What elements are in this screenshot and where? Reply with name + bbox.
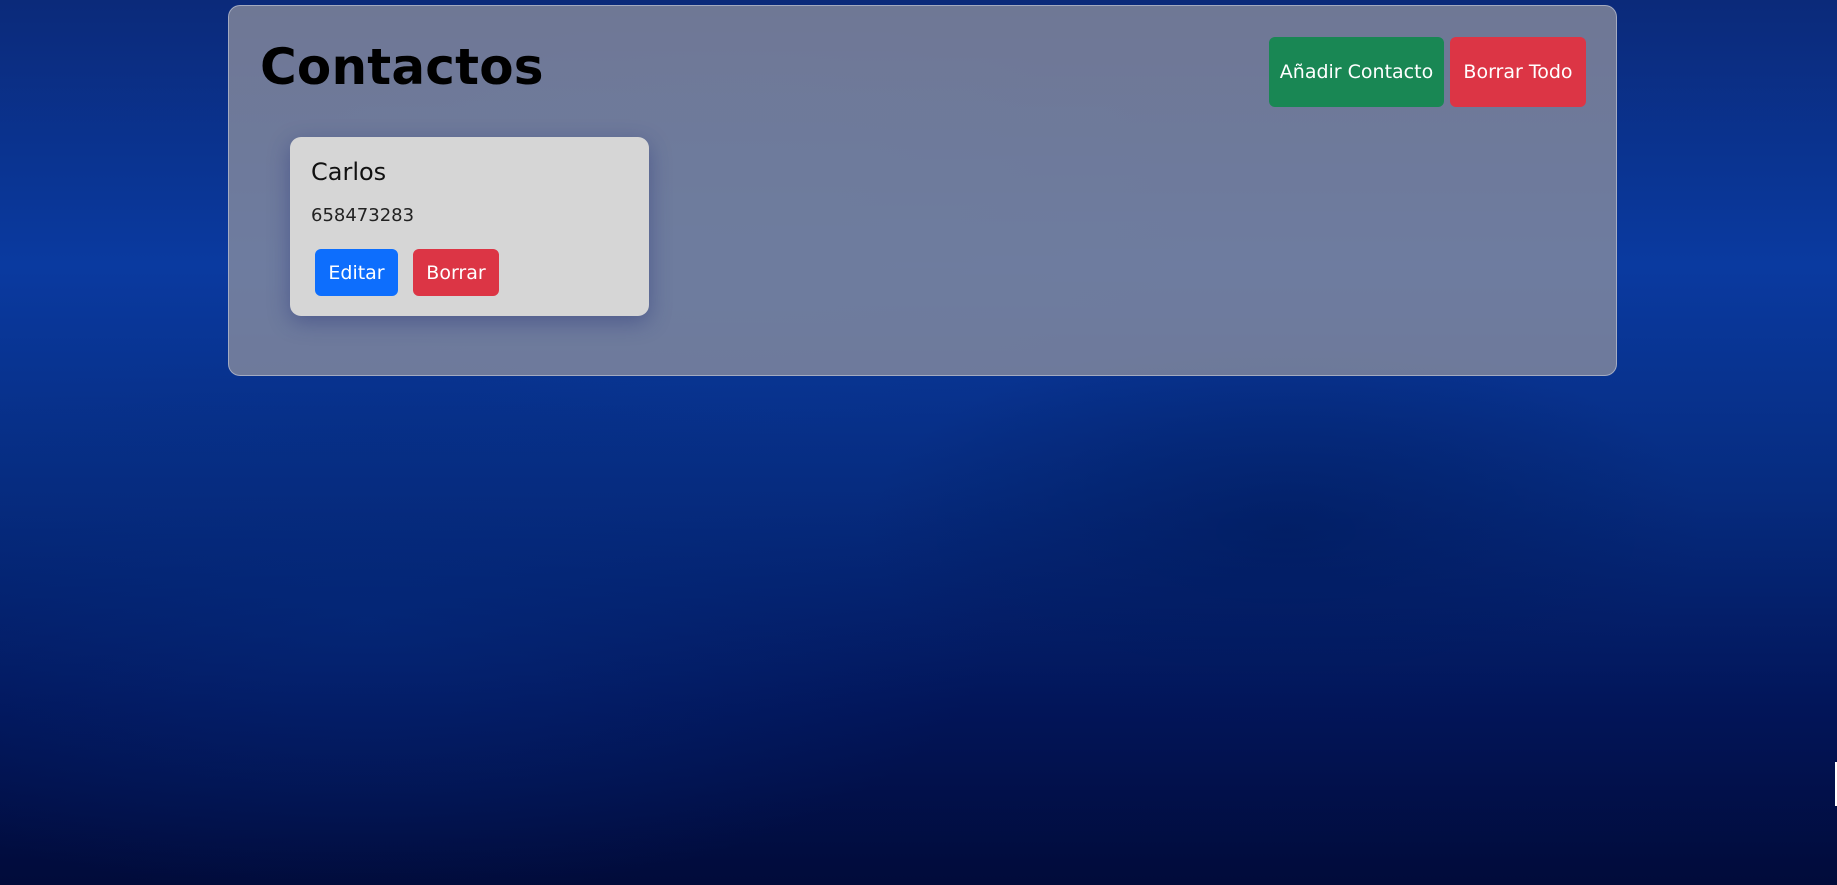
clear-all-button[interactable]: Borrar Todo [1450,37,1586,107]
page-title: Contactos [260,38,544,96]
contacts-panel: Contactos Añadir Contacto Borrar Todo Ca… [228,5,1617,376]
contact-actions: Editar Borrar [315,249,499,296]
contact-card: Carlos 658473283 Editar Borrar [290,137,649,316]
contact-phone: 658473283 [311,205,415,226]
delete-contact-button[interactable]: Borrar [413,249,499,296]
edit-contact-button[interactable]: Editar [315,249,398,296]
contact-name: Carlos [311,158,387,186]
add-contact-button[interactable]: Añadir Contacto [1269,37,1444,107]
header-actions: Añadir Contacto Borrar Todo [1269,37,1586,107]
